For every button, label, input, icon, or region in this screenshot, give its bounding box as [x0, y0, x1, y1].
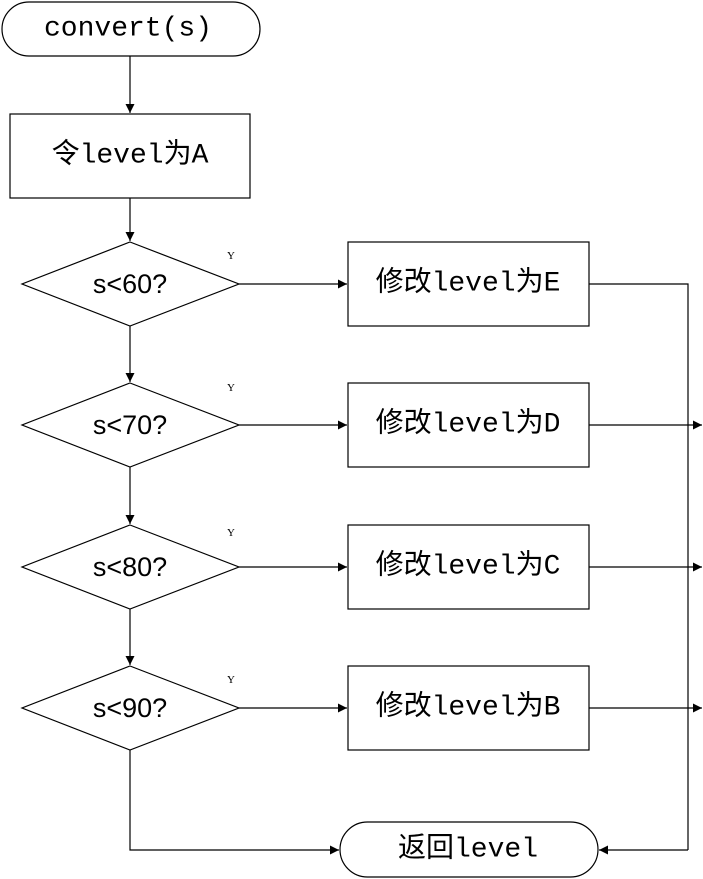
yes-label-1: Y — [227, 250, 235, 262]
end-terminal: 返回level — [339, 821, 599, 878]
action-4: 修改level为B — [347, 665, 590, 751]
action-2-label: 修改level为D — [376, 407, 561, 441]
action-3: 修改level为C — [347, 524, 590, 610]
end-label: 返回level — [398, 833, 538, 866]
action-2: 修改level为D — [347, 382, 590, 468]
condition-3-label: s<80? — [93, 552, 167, 582]
start-label: convert(s) — [44, 14, 212, 45]
condition-4-label: s<90? — [93, 693, 167, 723]
condition-2-label: s<70? — [93, 410, 167, 440]
start-terminal: convert(s) — [1, 1, 261, 57]
init-process: 令level为A — [9, 113, 251, 199]
init-label: 令level为A — [52, 138, 209, 172]
condition-2: s<70? — [20, 382, 241, 468]
condition-1-label: s<60? — [93, 269, 167, 299]
condition-1: s<60? — [20, 241, 241, 327]
action-1-label: 修改level为E — [376, 266, 561, 300]
yes-label-4: Y — [227, 674, 235, 686]
yes-label-2: Y — [227, 382, 235, 394]
condition-4: s<90? — [20, 665, 241, 751]
action-1: 修改level为E — [347, 241, 590, 327]
action-3-label: 修改level为C — [376, 549, 561, 583]
yes-label-3: Y — [227, 527, 235, 539]
flowchart: convert(s) 令level为A s<60? Y 修改level为E s<… — [1, 1, 702, 878]
edge-cond4-no-to-end — [129, 750, 339, 855]
action-4-label: 修改level为B — [376, 690, 561, 724]
condition-3: s<80? — [20, 524, 241, 610]
